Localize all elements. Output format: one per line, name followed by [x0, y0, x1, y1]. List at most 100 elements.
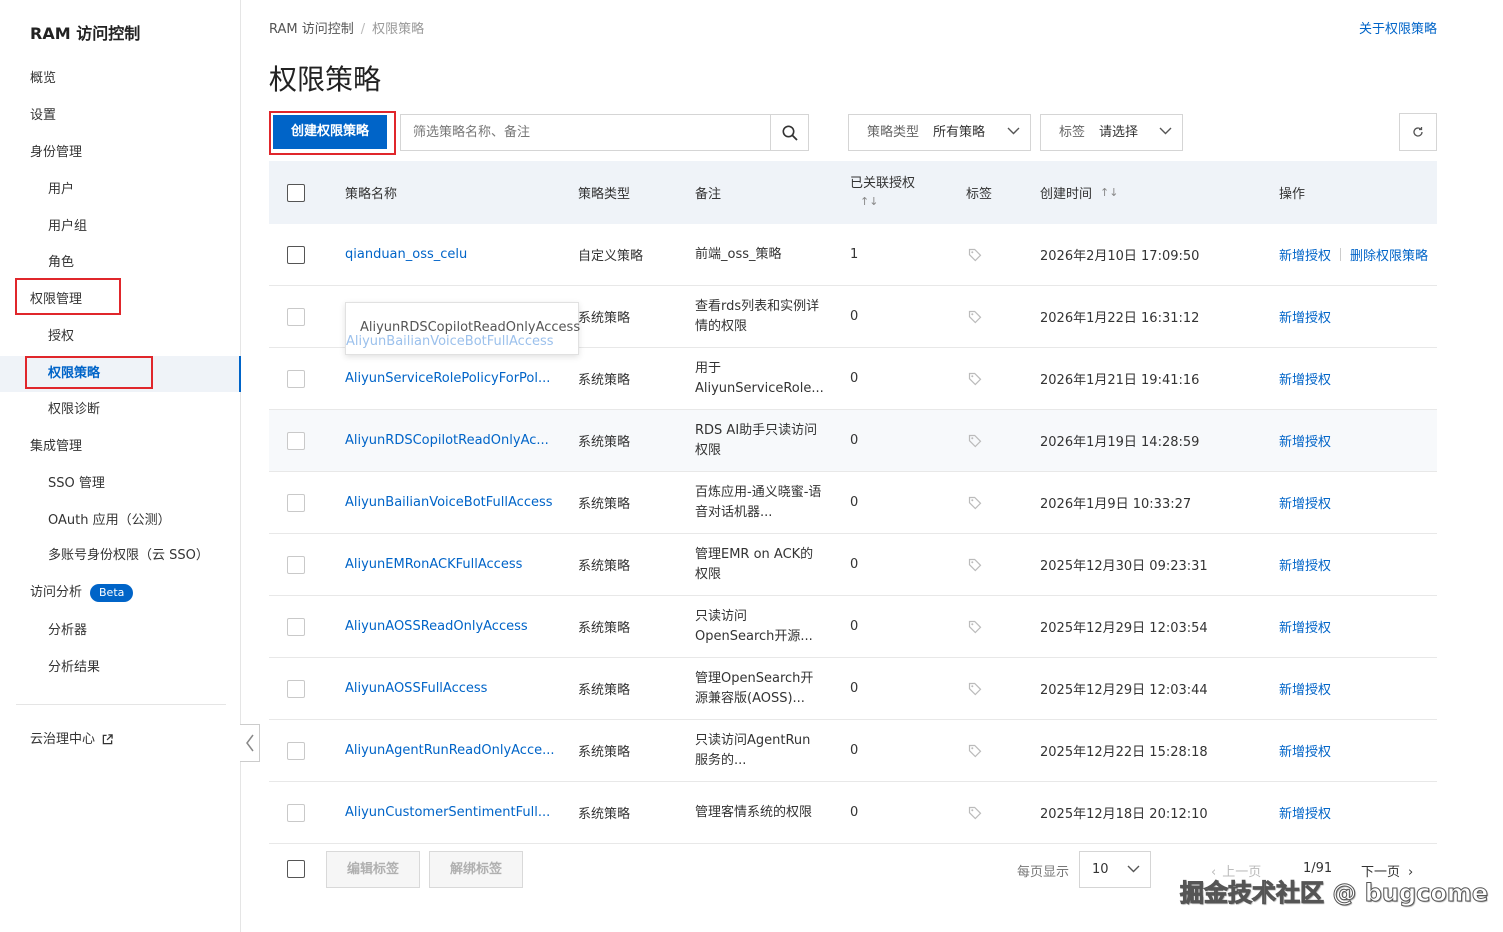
- policy-name-link[interactable]: AliyunAgentRunReadOnlyAcce...: [345, 720, 555, 781]
- row-checkbox[interactable]: [287, 555, 305, 574]
- main-content: RAM 访问控制/权限策略 关于权限策略 权限策略 创建权限策略 策略类型所有策…: [269, 0, 1437, 932]
- unbind-tags-button[interactable]: 解绑标签: [429, 851, 523, 888]
- select-all-checkbox[interactable]: [287, 183, 305, 202]
- row-checkbox[interactable]: [287, 741, 305, 760]
- row-checkbox[interactable]: [287, 679, 305, 698]
- sidebar-item-identity[interactable]: 身份管理: [0, 138, 240, 168]
- policy-type: 系统策略: [578, 683, 631, 698]
- tag-icon[interactable]: [968, 348, 982, 409]
- tooltip-text: AliyunRDSCopilotReadOnlyAccess: [360, 320, 581, 335]
- policy-name-link[interactable]: AliyunRDSCopilotReadOnlyAc...: [345, 410, 549, 471]
- policy-type: 系统策略: [578, 373, 631, 388]
- edit-tags-button[interactable]: 编辑标签: [326, 851, 420, 888]
- policy-type: 自定义策略: [578, 249, 644, 264]
- col-attached[interactable]: 已关联授权 ↑↓: [850, 161, 915, 224]
- policy-name-link[interactable]: AliyunServiceRolePolicyForPol...: [345, 348, 550, 409]
- add-grant-link[interactable]: 新增授权: [1279, 245, 1331, 264]
- row-checkbox[interactable]: [287, 803, 305, 822]
- sidebar-item-analysis-results[interactable]: 分析结果: [0, 653, 240, 683]
- tag-icon[interactable]: [968, 658, 982, 719]
- chevron-down-icon: [1159, 127, 1172, 135]
- tag-icon[interactable]: [968, 286, 982, 347]
- policy-name-link[interactable]: AliyunAOSSReadOnlyAccess: [345, 596, 528, 657]
- policy-name-link[interactable]: AliyunBailianVoiceBotFullAccess: [345, 472, 553, 533]
- add-grant-link[interactable]: 新增授权: [1279, 741, 1331, 760]
- add-grant-link[interactable]: 新增授权: [1279, 431, 1331, 450]
- policy-note: 管理客情系统的权限: [695, 804, 813, 820]
- tag-icon[interactable]: [968, 720, 982, 781]
- attached-count: 0: [850, 371, 859, 386]
- row-checkbox[interactable]: [287, 369, 305, 388]
- sidebar-item-cloud-sso[interactable]: 多账号身份权限（云 SSO）: [0, 541, 240, 571]
- sidebar-collapse-button[interactable]: [240, 724, 260, 762]
- tag-icon[interactable]: [968, 596, 982, 657]
- footer-select-all-checkbox[interactable]: [287, 860, 305, 878]
- attached-count: 0: [850, 619, 859, 634]
- sidebar-item-oauth[interactable]: OAuth 应用（公测）: [0, 506, 240, 536]
- sidebar-item-cloud-governance[interactable]: 云治理中心: [0, 725, 240, 755]
- tag-icon[interactable]: [968, 782, 982, 843]
- tag-icon[interactable]: [968, 224, 982, 285]
- refresh-icon: [1413, 127, 1423, 137]
- row-checkbox[interactable]: [287, 245, 305, 264]
- sort-icon: ↑↓: [1100, 186, 1119, 199]
- col-created[interactable]: 创建时间 ↑↓: [1040, 161, 1118, 224]
- row-checkbox-cell: [287, 348, 305, 409]
- chevron-down-icon: [1007, 127, 1020, 135]
- name-tooltip: AliyunRDSCopilotReadOnlyAccess AliyunBai…: [345, 302, 581, 355]
- created-time: 2026年1月19日 14:28:59: [1040, 435, 1200, 450]
- breadcrumb-root[interactable]: RAM 访问控制: [269, 22, 354, 37]
- policy-type-select[interactable]: 策略类型 所有策略: [848, 114, 1031, 151]
- policy-name-link[interactable]: AliyunCustomerSentimentFull...: [345, 782, 550, 843]
- created-time: 2026年1月22日 16:31:12: [1040, 311, 1200, 326]
- attached-count: 0: [850, 433, 859, 448]
- row-checkbox[interactable]: [287, 617, 305, 636]
- row-checkbox-cell: [287, 224, 305, 285]
- add-grant-link[interactable]: 新增授权: [1279, 307, 1331, 326]
- add-grant-link[interactable]: 新增授权: [1279, 679, 1331, 698]
- sidebar-divider: [16, 704, 226, 705]
- tag-icon[interactable]: [968, 410, 982, 471]
- tag-icon[interactable]: [968, 534, 982, 595]
- add-grant-link[interactable]: 新增授权: [1279, 803, 1331, 822]
- tag-select[interactable]: 标签 请选择: [1040, 114, 1183, 151]
- help-link[interactable]: 关于权限策略: [1359, 18, 1437, 37]
- delete-policy-link[interactable]: 删除权限策略: [1350, 245, 1428, 264]
- refresh-button[interactable]: [1399, 113, 1437, 151]
- sidebar-item-overview[interactable]: 概览: [0, 64, 240, 94]
- search-input[interactable]: [401, 115, 771, 150]
- row-actions: 新增授权: [1279, 782, 1331, 843]
- add-grant-link[interactable]: 新增授权: [1279, 617, 1331, 636]
- policy-type: 系统策略: [578, 621, 631, 636]
- policy-name-link[interactable]: AliyunAOSSFullAccess: [345, 658, 487, 719]
- table-row: AliyunRDSCopilotReadOnlyAc... 系统策略 RDS AI助…: [269, 410, 1437, 472]
- sidebar-item-users[interactable]: 用户: [0, 175, 240, 205]
- add-grant-link[interactable]: 新增授权: [1279, 493, 1331, 512]
- per-page-select[interactable]: 10: [1079, 851, 1151, 888]
- sidebar-item-roles[interactable]: 角色: [0, 248, 240, 278]
- sidebar-item-groups[interactable]: 用户组: [0, 212, 240, 242]
- col-note: 备注: [695, 187, 722, 202]
- add-grant-link[interactable]: 新增授权: [1279, 555, 1331, 574]
- sidebar-item-access-analysis[interactable]: 访问分析 Beta: [0, 578, 240, 608]
- sidebar-item-integration[interactable]: 集成管理: [0, 432, 240, 462]
- created-time: 2026年1月9日 10:33:27: [1040, 497, 1192, 512]
- sidebar-item-settings[interactable]: 设置: [0, 101, 240, 131]
- row-checkbox[interactable]: [287, 307, 305, 326]
- sidebar-item-sso[interactable]: SSO 管理: [0, 469, 240, 499]
- row-checkbox[interactable]: [287, 431, 305, 450]
- policy-name-link[interactable]: AliyunEMRonACKFullAccess: [345, 534, 522, 595]
- app-title: RAM 访问控制: [30, 24, 141, 43]
- attached-count: 1: [850, 247, 859, 262]
- sidebar-item-grants[interactable]: 授权: [0, 322, 240, 352]
- row-checkbox-cell: [287, 534, 305, 595]
- tag-icon[interactable]: [968, 472, 982, 533]
- sidebar-item-analyzer[interactable]: 分析器: [0, 616, 240, 646]
- search-button[interactable]: [770, 115, 808, 150]
- row-checkbox[interactable]: [287, 493, 305, 512]
- sidebar-item-diagnosis[interactable]: 权限诊断: [0, 395, 240, 425]
- table-row: AliyunServiceRolePolicyForPol... 系统策略 用于Al…: [269, 348, 1437, 410]
- sidebar: RAM 访问控制 概览 设置 身份管理 用户 用户组 角色 权限管理 授权 权限…: [0, 0, 241, 932]
- add-grant-link[interactable]: 新增授权: [1279, 369, 1331, 388]
- policy-name-link[interactable]: qianduan_oss_celu: [345, 224, 467, 285]
